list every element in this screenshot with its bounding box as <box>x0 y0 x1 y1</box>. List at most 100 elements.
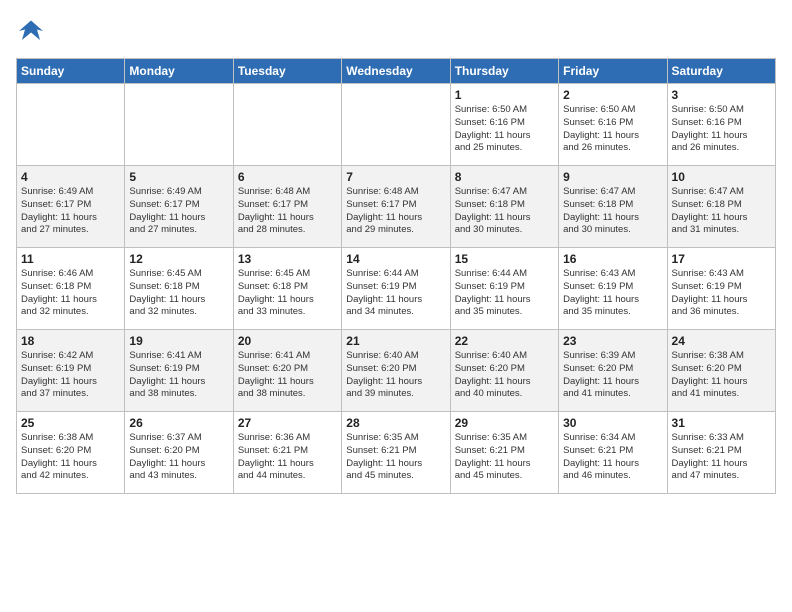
calendar-cell <box>233 84 341 166</box>
day-number: 8 <box>455 170 554 184</box>
calendar-week-1: 1 Sunrise: 6:50 AM Sunset: 6:16 PM Daylig… <box>17 84 776 166</box>
calendar-cell: 13Sunrise: 6:45 AM Sunset: 6:18 PM Dayli… <box>233 248 341 330</box>
cell-info: Sunrise: 6:45 AM Sunset: 6:18 PM Dayligh… <box>129 268 228 319</box>
calendar-cell: 3 Sunrise: 6:50 AM Sunset: 6:16 PM Daylig… <box>667 84 775 166</box>
cell-info: Sunrise: 6:50 AM Sunset: 6:16 PM Dayligh… <box>672 104 771 155</box>
calendar-week-2: 4 Sunrise: 6:49 AM Sunset: 6:17 PM Daylig… <box>17 166 776 248</box>
day-number: 17 <box>672 252 771 266</box>
calendar-cell: 2 Sunrise: 6:50 AM Sunset: 6:16 PM Daylig… <box>559 84 667 166</box>
calendar-cell: 30 Sunrise: 6:34 AM Sunset: 6:21 PM Dayli… <box>559 412 667 494</box>
day-number: 14 <box>346 252 445 266</box>
cell-info: Sunrise: 6:39 AM Sunset: 6:20 PM Dayligh… <box>563 350 662 401</box>
calendar-cell: 1 Sunrise: 6:50 AM Sunset: 6:16 PM Daylig… <box>450 84 558 166</box>
calendar-cell: 18Sunrise: 6:42 AM Sunset: 6:19 PM Dayli… <box>17 330 125 412</box>
day-number: 11 <box>21 252 120 266</box>
calendar-week-5: 25 Sunrise: 6:38 AM Sunset: 6:20 PM Dayli… <box>17 412 776 494</box>
calendar-cell: 7 Sunrise: 6:48 AM Sunset: 6:17 PM Daylig… <box>342 166 450 248</box>
calendar-cell: 15 Sunrise: 6:44 AM Sunset: 6:19 PM Dayli… <box>450 248 558 330</box>
day-number: 12 <box>129 252 228 266</box>
calendar-cell: 8 Sunrise: 6:47 AM Sunset: 6:18 PM Daylig… <box>450 166 558 248</box>
day-number: 10 <box>672 170 771 184</box>
day-number: 7 <box>346 170 445 184</box>
day-number: 20 <box>238 334 337 348</box>
day-number: 18 <box>21 334 120 348</box>
day-number: 15 <box>455 252 554 266</box>
calendar-cell: 24 Sunrise: 6:38 AM Sunset: 6:20 PM Dayli… <box>667 330 775 412</box>
cell-info: Sunrise: 6:43 AM Sunset: 6:19 PM Dayligh… <box>563 268 662 319</box>
day-number: 1 <box>455 88 554 102</box>
day-number: 25 <box>21 416 120 430</box>
logo <box>16 16 50 46</box>
calendar-table: SundayMondayTuesdayWednesdayThursdayFrid… <box>16 58 776 494</box>
day-header-wednesday: Wednesday <box>342 59 450 84</box>
day-header-thursday: Thursday <box>450 59 558 84</box>
day-number: 16 <box>563 252 662 266</box>
day-number: 21 <box>346 334 445 348</box>
day-header-monday: Monday <box>125 59 233 84</box>
day-number: 29 <box>455 416 554 430</box>
calendar-cell: 19Sunrise: 6:41 AM Sunset: 6:19 PM Dayli… <box>125 330 233 412</box>
calendar-cell: 25 Sunrise: 6:38 AM Sunset: 6:20 PM Dayli… <box>17 412 125 494</box>
calendar-cell: 5 Sunrise: 6:49 AM Sunset: 6:17 PM Daylig… <box>125 166 233 248</box>
cell-info: Sunrise: 6:40 AM Sunset: 6:20 PM Dayligh… <box>455 350 554 401</box>
cell-info: Sunrise: 6:38 AM Sunset: 6:20 PM Dayligh… <box>672 350 771 401</box>
day-number: 26 <box>129 416 228 430</box>
cell-info: Sunrise: 6:37 AM Sunset: 6:20 PM Dayligh… <box>129 432 228 483</box>
cell-info: Sunrise: 6:47 AM Sunset: 6:18 PM Dayligh… <box>455 186 554 237</box>
day-header-sunday: Sunday <box>17 59 125 84</box>
cell-info: Sunrise: 6:49 AM Sunset: 6:17 PM Dayligh… <box>21 186 120 237</box>
calendar-cell: 11 Sunrise: 6:46 AM Sunset: 6:18 PM Dayli… <box>17 248 125 330</box>
day-number: 24 <box>672 334 771 348</box>
calendar-cell: 26 Sunrise: 6:37 AM Sunset: 6:20 PM Dayli… <box>125 412 233 494</box>
calendar-week-4: 18Sunrise: 6:42 AM Sunset: 6:19 PM Dayli… <box>17 330 776 412</box>
calendar-cell: 10Sunrise: 6:47 AM Sunset: 6:18 PM Dayli… <box>667 166 775 248</box>
cell-info: Sunrise: 6:44 AM Sunset: 6:19 PM Dayligh… <box>346 268 445 319</box>
calendar-cell: 21 Sunrise: 6:40 AM Sunset: 6:20 PM Dayli… <box>342 330 450 412</box>
page-header <box>16 16 776 46</box>
calendar-cell: 17 Sunrise: 6:43 AM Sunset: 6:19 PM Dayli… <box>667 248 775 330</box>
day-number: 28 <box>346 416 445 430</box>
cell-info: Sunrise: 6:50 AM Sunset: 6:16 PM Dayligh… <box>455 104 554 155</box>
day-number: 31 <box>672 416 771 430</box>
cell-info: Sunrise: 6:46 AM Sunset: 6:18 PM Dayligh… <box>21 268 120 319</box>
calendar-week-3: 11 Sunrise: 6:46 AM Sunset: 6:18 PM Dayli… <box>17 248 776 330</box>
cell-info: Sunrise: 6:43 AM Sunset: 6:19 PM Dayligh… <box>672 268 771 319</box>
day-number: 5 <box>129 170 228 184</box>
cell-info: Sunrise: 6:49 AM Sunset: 6:17 PM Dayligh… <box>129 186 228 237</box>
calendar-cell: 16 Sunrise: 6:43 AM Sunset: 6:19 PM Dayli… <box>559 248 667 330</box>
calendar-cell: 29 Sunrise: 6:35 AM Sunset: 6:21 PM Dayli… <box>450 412 558 494</box>
day-number: 9 <box>563 170 662 184</box>
calendar-cell: 22 Sunrise: 6:40 AM Sunset: 6:20 PM Dayli… <box>450 330 558 412</box>
day-header-tuesday: Tuesday <box>233 59 341 84</box>
calendar-cell: 23 Sunrise: 6:39 AM Sunset: 6:20 PM Dayli… <box>559 330 667 412</box>
cell-info: Sunrise: 6:48 AM Sunset: 6:17 PM Dayligh… <box>346 186 445 237</box>
cell-info: Sunrise: 6:48 AM Sunset: 6:17 PM Dayligh… <box>238 186 337 237</box>
day-number: 13 <box>238 252 337 266</box>
day-number: 22 <box>455 334 554 348</box>
calendar-cell: 27Sunrise: 6:36 AM Sunset: 6:21 PM Dayli… <box>233 412 341 494</box>
cell-info: Sunrise: 6:41 AM Sunset: 6:20 PM Dayligh… <box>238 350 337 401</box>
day-header-friday: Friday <box>559 59 667 84</box>
day-number: 30 <box>563 416 662 430</box>
calendar-cell: 4 Sunrise: 6:49 AM Sunset: 6:17 PM Daylig… <box>17 166 125 248</box>
calendar-cell: 12 Sunrise: 6:45 AM Sunset: 6:18 PM Dayli… <box>125 248 233 330</box>
cell-info: Sunrise: 6:41 AM Sunset: 6:19 PM Dayligh… <box>129 350 228 401</box>
calendar-cell: 31 Sunrise: 6:33 AM Sunset: 6:21 PM Dayli… <box>667 412 775 494</box>
cell-info: Sunrise: 6:47 AM Sunset: 6:18 PM Dayligh… <box>563 186 662 237</box>
cell-info: Sunrise: 6:38 AM Sunset: 6:20 PM Dayligh… <box>21 432 120 483</box>
day-number: 27 <box>238 416 337 430</box>
day-number: 4 <box>21 170 120 184</box>
day-number: 6 <box>238 170 337 184</box>
cell-info: Sunrise: 6:33 AM Sunset: 6:21 PM Dayligh… <box>672 432 771 483</box>
cell-info: Sunrise: 6:35 AM Sunset: 6:21 PM Dayligh… <box>455 432 554 483</box>
day-number: 23 <box>563 334 662 348</box>
day-number: 2 <box>563 88 662 102</box>
cell-info: Sunrise: 6:34 AM Sunset: 6:21 PM Dayligh… <box>563 432 662 483</box>
calendar-cell: 6 Sunrise: 6:48 AM Sunset: 6:17 PM Daylig… <box>233 166 341 248</box>
cell-info: Sunrise: 6:44 AM Sunset: 6:19 PM Dayligh… <box>455 268 554 319</box>
calendar-header-row: SundayMondayTuesdayWednesdayThursdayFrid… <box>17 59 776 84</box>
logo-icon <box>16 16 46 46</box>
day-number: 3 <box>672 88 771 102</box>
cell-info: Sunrise: 6:40 AM Sunset: 6:20 PM Dayligh… <box>346 350 445 401</box>
cell-info: Sunrise: 6:50 AM Sunset: 6:16 PM Dayligh… <box>563 104 662 155</box>
